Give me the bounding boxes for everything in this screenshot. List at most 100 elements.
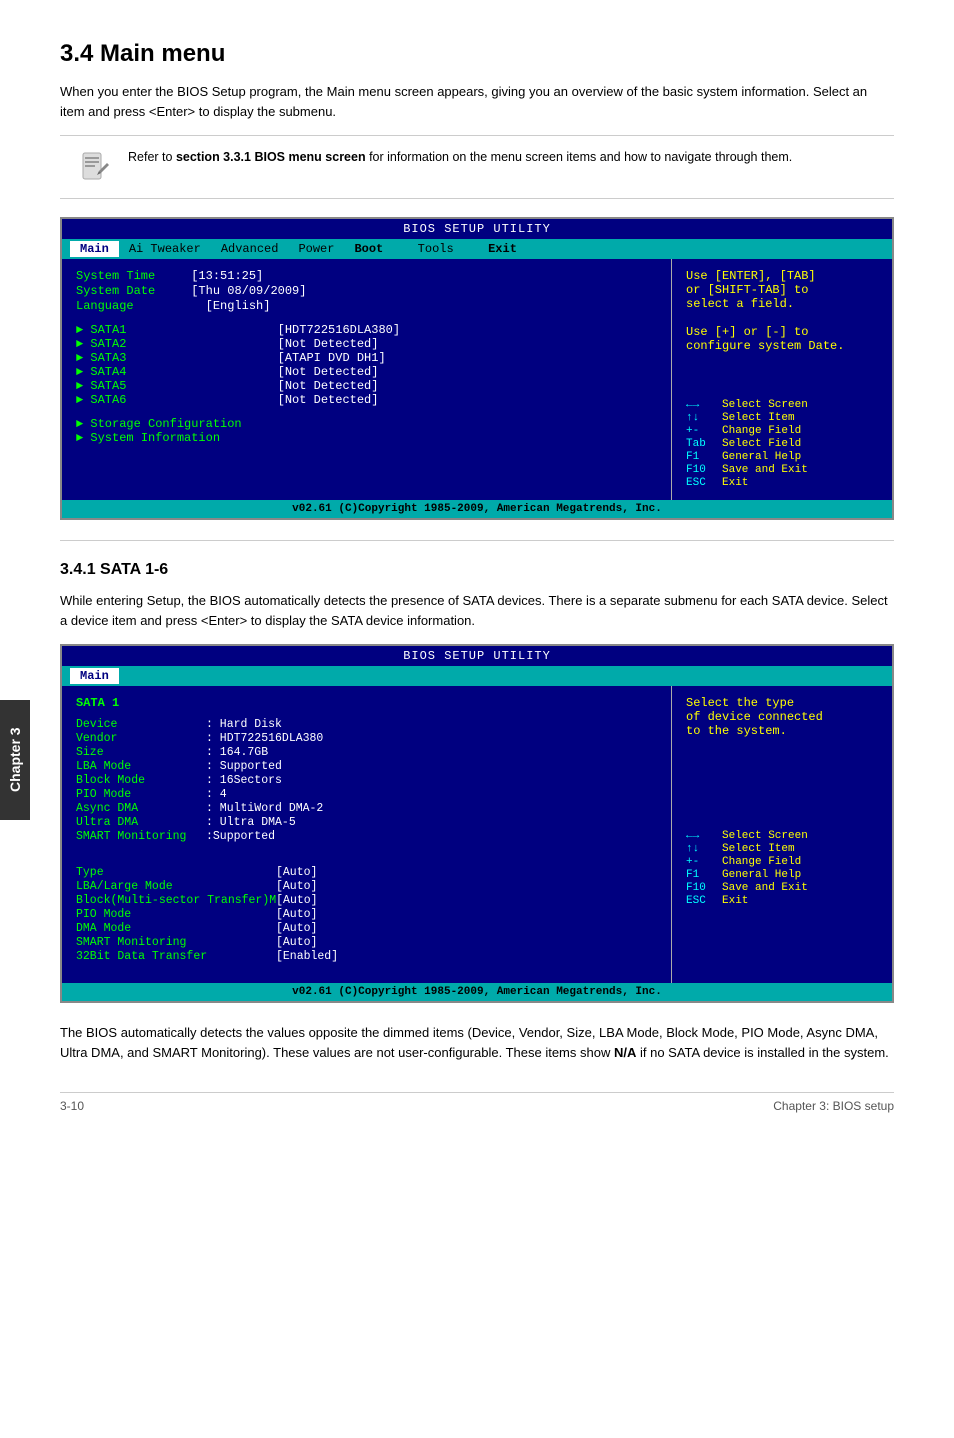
sata-legend-key-esc: ESC [686,895,716,907]
note-text-after: for information on the menu screen items… [366,150,793,164]
bios-tab-exit[interactable]: Exit [464,241,527,257]
sata-dma-mode-label: DMA Mode [76,922,276,935]
sata-legend-save-exit: F10 Save and Exit [686,882,878,894]
sata-async-label: Async DMA [76,802,206,815]
sata-lba-mode-label: LBA/Large Mode [76,880,276,893]
footer-left: 3-10 [60,1099,84,1113]
arrow-icon-sata1: ► [76,323,83,337]
sata-legend-key-plusminus: +- [686,856,716,868]
sata-32bit-label: 32Bit Data Transfer [76,950,276,963]
sata-dma-mode-value: [Auto] [276,922,317,935]
sata-32bit-row: 32Bit Data Transfer [Enabled] [76,950,657,963]
sata-async-row: Async DMA : MultiWord DMA-2 [76,802,657,815]
bios-tab-boot[interactable]: Boot [344,241,393,257]
sata-lba-mode-value: [Auto] [276,880,317,893]
legend-save-exit: F10 Save and Exit [686,464,878,476]
arrow-icon-sata2: ► [76,337,83,351]
bios-tab-tools[interactable]: Tools [393,241,463,257]
bios-sata-header: BIOS SETUP UTILITY [62,646,892,666]
section-3-4-body: When you enter the BIOS Setup program, t… [60,82,894,121]
bios-sata4-row: ► SATA4 [Not Detected] [76,365,657,379]
bios-sata-footer: v02.61 (C)Copyright 1985-2009, American … [62,983,892,1001]
sata-block-value: : 16Sectors [206,774,282,787]
bios-sata6-row: ► SATA6 [Not Detected] [76,393,657,407]
section-3-4-1-title: 3.4.1 SATA 1-6 [60,561,894,579]
bios-tab-advanced[interactable]: Advanced [211,241,289,257]
sata-type-row: Type [Auto] [76,866,657,879]
sata-size-label: Size [76,746,206,759]
bios-system-info-row: ► System Information [76,431,657,445]
sata-legend-select-item: ↑↓ Select Item [686,843,878,855]
bios-system-date-row: System Date [Thu 08/09/2009] [76,284,657,298]
bios-sata-right-panel: Select the type of device connected to t… [672,686,892,983]
sata-legend-desc-select-item: Select Item [722,843,795,855]
bios-sata-body: SATA 1 Device : Hard Disk Vendor : HDT72… [62,686,892,983]
sata-32bit-value: [Enabled] [276,950,338,963]
bios-system-time-label: System Time [76,269,155,283]
bios-help-line5: configure system Date. [686,339,878,353]
page-footer: 3-10 Chapter 3: BIOS setup [60,1092,894,1113]
sata-vendor-label: Vendor [76,732,206,745]
bios-tab-ai-tweaker[interactable]: Ai Tweaker [119,241,211,257]
sata-legend-key-f10: F10 [686,882,716,894]
arrow-icon-sata6: ► [76,393,83,407]
bios-language-row: Language [English] [76,299,657,313]
bios-main-body: System Time [13:51:25] System Date [Thu … [62,259,892,500]
bios-tab-power[interactable]: Power [288,241,344,257]
sata-smart-value: [Auto] [276,936,317,949]
sata-block-multi-row: Block(Multi-sector Transfer)M [Auto] [76,894,657,907]
sata-help-line1: Select the type [686,696,878,710]
sata-legend-esc-exit: ESC Exit [686,895,878,907]
legend-key-plusminus: +- [686,425,716,437]
sata-vendor-row: Vendor : HDT722516DLA380 [76,732,657,745]
sata-legend-desc-save-exit: Save and Exit [722,882,808,894]
bios-sata-left-panel: SATA 1 Device : Hard Disk Vendor : HDT72… [62,686,672,983]
sata-help-line2: of device connected [686,710,878,724]
sata-smart-info-value: :Supported [206,830,275,843]
legend-desc-select-item: Select Item [722,412,795,424]
sata-legend-desc-select-screen: Select Screen [722,830,808,842]
bios-sata-legend: ←→ Select Screen ↑↓ Select Item +- Chang… [686,830,878,907]
bottom-text: The BIOS automatically detects the value… [60,1023,894,1062]
legend-desc-select-field: Select Field [722,438,801,450]
legend-select-item: ↑↓ Select Item [686,412,878,424]
bios-main-legend: ←→ Select Screen ↑↓ Select Item +- Chang… [686,399,878,489]
legend-desc-general-help: General Help [722,451,801,463]
bios-help-line3: select a field. [686,297,878,311]
sata-legend-general-help: F1 General Help [686,869,878,881]
sata-udma-value: : Ultra DMA-5 [206,816,296,829]
bios-system-group: System Time [13:51:25] System Date [Thu … [76,269,657,313]
sata-size-value: : 164.7GB [206,746,268,759]
sata-block-multi-label: Block(Multi-sector Transfer)M [76,894,276,907]
sata-help-line3: to the system. [686,724,878,738]
bios-tab-main[interactable]: Main [70,241,119,257]
sata-udma-row: Ultra DMA : Ultra DMA-5 [76,816,657,829]
bios-header: BIOS SETUP UTILITY [62,219,892,239]
bios-help-line4: Use [+] or [-] to [686,325,878,339]
sata-pio-mode-value: [Auto] [276,908,317,921]
note-box: Refer to section 3.3.1 BIOS menu screen … [60,135,894,199]
bios-main-left: System Time [13:51:25] System Date [Thu … [62,259,672,500]
sata-block-multi-value: [Auto] [276,894,317,907]
bios-language-label: Language [76,299,134,313]
bios-submenu-group: ► Storage Configuration ► System Informa… [76,417,657,445]
sata-legend-change-field: +- Change Field [686,856,878,868]
na-bold: N/A [614,1045,636,1060]
sata-legend-key-f1: F1 [686,869,716,881]
bios-sata-tab-main[interactable]: Main [70,668,119,684]
sata-pio-label: PIO Mode [76,788,206,801]
sata-lba-label: LBA Mode [76,760,206,773]
bios-system-time-row: System Time [13:51:25] [76,269,657,283]
legend-esc-exit: ESC Exit [686,477,878,489]
sata-type-value: [Auto] [276,866,317,879]
sata-pio-row: PIO Mode : 4 [76,788,657,801]
sata-config-group: Type [Auto] LBA/Large Mode [Auto] Block(… [76,866,657,963]
legend-key-f1: F1 [686,451,716,463]
sata-dma-mode-row: DMA Mode [Auto] [76,922,657,935]
bios-system-date-label: System Date [76,284,155,298]
sata-type-label: Type [76,866,276,879]
legend-key-arrows: ←→ [686,399,716,411]
bios-main-screen: BIOS SETUP UTILITY Main Ai Tweaker Advan… [60,217,894,520]
sata-lba-value: : Supported [206,760,282,773]
note-icon [76,148,114,186]
